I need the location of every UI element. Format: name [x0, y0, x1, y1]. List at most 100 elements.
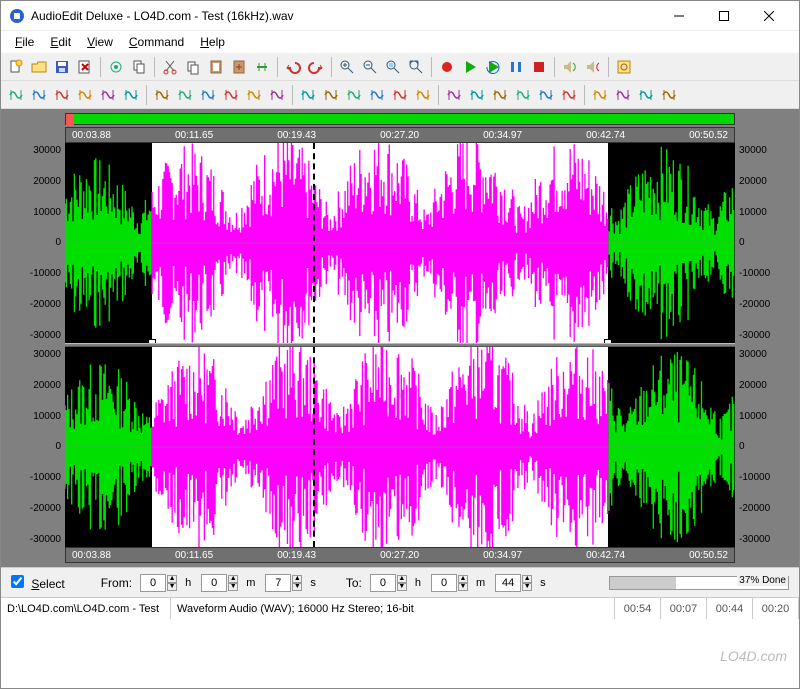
fx-expander-button[interactable] — [343, 84, 365, 106]
fx-channel-left-button[interactable] — [589, 84, 611, 106]
fx-equalizer-button[interactable] — [412, 84, 434, 106]
play-button[interactable] — [459, 56, 481, 78]
fx-chorus-button[interactable] — [320, 84, 342, 106]
zoom-in-button[interactable] — [336, 56, 358, 78]
select-checkbox[interactable]: Select — [11, 575, 65, 591]
zoom-full-button[interactable] — [405, 56, 427, 78]
overview-bar[interactable] — [65, 113, 735, 125]
selection-handle-start[interactable] — [148, 339, 156, 343]
spin-up-icon[interactable]: ▲ — [458, 575, 468, 583]
time-ruler-bottom[interactable]: 00:03.8800:11.6500:19.4300:27.2000:34.97… — [65, 547, 735, 563]
settings-button[interactable] — [105, 56, 127, 78]
statusbar: D:\LO4D.com\LO4D.com - Test Waveform Aud… — [1, 597, 799, 619]
fx-fade-in-button[interactable] — [51, 84, 73, 106]
new-button[interactable] — [5, 56, 27, 78]
spin-up-icon[interactable]: ▲ — [522, 575, 532, 583]
to-minutes-input[interactable] — [431, 574, 457, 592]
record-button[interactable] — [436, 56, 458, 78]
waveform-channel-right: 3000020000100000-10000-20000-30000 30000… — [5, 347, 795, 547]
fx-filter-button[interactable] — [443, 84, 465, 106]
close-file-button[interactable] — [74, 56, 96, 78]
fx-insert-silence-button[interactable] — [489, 84, 511, 106]
progress-label: 37% Done — [737, 575, 788, 586]
fx-view-bottom-button[interactable] — [658, 84, 680, 106]
select-checkbox-input[interactable] — [11, 575, 24, 588]
fx-noise-reduction-button[interactable] — [389, 84, 411, 106]
copy-button[interactable] — [182, 56, 204, 78]
menu-command[interactable]: Command — [121, 33, 192, 51]
paste-button[interactable] — [205, 56, 227, 78]
fx-flanger-button[interactable] — [243, 84, 265, 106]
spin-down-icon[interactable]: ▼ — [522, 583, 532, 591]
menubar: File Edit View Command Help — [1, 31, 799, 53]
copy-file-button[interactable] — [128, 56, 150, 78]
fx-compressor-button[interactable] — [366, 84, 388, 106]
selection-handle-end[interactable] — [604, 339, 612, 343]
fx-vibrato-button[interactable] — [297, 84, 319, 106]
fx-reverb-button[interactable] — [266, 84, 288, 106]
fx-fade-out-button[interactable] — [74, 84, 96, 106]
from-hours-input[interactable] — [140, 574, 166, 592]
fx-remove-silence-button[interactable] — [466, 84, 488, 106]
close-button[interactable] — [746, 2, 791, 30]
spin-up-icon[interactable]: ▲ — [292, 575, 302, 583]
spin-up-icon[interactable]: ▲ — [167, 575, 177, 583]
fx-marker-add-button[interactable] — [535, 84, 557, 106]
paste-mix-button[interactable] — [228, 56, 250, 78]
fx-normalize-button[interactable] — [28, 84, 50, 106]
to-hours-input[interactable] — [370, 574, 396, 592]
waveform-canvas-right[interactable] — [65, 347, 735, 547]
fx-amplify-button[interactable] — [5, 84, 27, 106]
maximize-button[interactable] — [701, 2, 746, 30]
record-device-button[interactable] — [582, 56, 604, 78]
redo-button[interactable] — [305, 56, 327, 78]
preferences-button[interactable] — [613, 56, 635, 78]
zoom-out-button[interactable] — [359, 56, 381, 78]
fx-stretch-button[interactable] — [174, 84, 196, 106]
playback-cursor[interactable] — [313, 143, 315, 343]
playback-device-button[interactable] — [559, 56, 581, 78]
fx-pitch-button[interactable] — [197, 84, 219, 106]
fx-insert-noise-button[interactable] — [512, 84, 534, 106]
fx-reverse-button[interactable] — [151, 84, 173, 106]
spin-up-icon[interactable]: ▲ — [397, 575, 407, 583]
status-sel-end: 00:44 — [707, 598, 753, 619]
spin-down-icon[interactable]: ▼ — [458, 583, 468, 591]
menu-file[interactable]: File — [7, 33, 42, 51]
spin-down-icon[interactable]: ▼ — [292, 583, 302, 591]
waveform-area: 00:03.8800:11.6500:19.4300:27.2000:34.97… — [1, 109, 799, 567]
minimize-button[interactable] — [656, 2, 701, 30]
window-title: AudioEdit Deluxe - LO4D.com - Test (16kH… — [31, 9, 656, 23]
fx-view-top-button[interactable] — [635, 84, 657, 106]
fx-channel-right-button[interactable] — [612, 84, 634, 106]
spin-down-icon[interactable]: ▼ — [397, 583, 407, 591]
amplitude-scale-left: 3000020000100000-10000-20000-30000 — [5, 347, 65, 547]
menu-edit[interactable]: Edit — [42, 33, 79, 51]
fx-delay-button[interactable] — [220, 84, 242, 106]
watermark: LO4D.com — [720, 648, 787, 664]
zoom-selection-button[interactable] — [382, 56, 404, 78]
fx-marker-remove-button[interactable] — [558, 84, 580, 106]
stop-button[interactable] — [528, 56, 550, 78]
cut-button[interactable] — [159, 56, 181, 78]
spin-up-icon[interactable]: ▲ — [228, 575, 238, 583]
menu-view[interactable]: View — [79, 33, 121, 51]
playback-cursor[interactable] — [313, 347, 315, 547]
open-button[interactable] — [28, 56, 50, 78]
to-seconds-input[interactable] — [495, 574, 521, 592]
save-button[interactable] — [51, 56, 73, 78]
from-seconds-input[interactable] — [265, 574, 291, 592]
from-minutes-input[interactable] — [201, 574, 227, 592]
fx-silence-button[interactable] — [97, 84, 119, 106]
waveform-canvas-left[interactable] — [65, 143, 735, 343]
spin-down-icon[interactable]: ▼ — [228, 583, 238, 591]
menu-help[interactable]: Help — [192, 33, 233, 51]
status-sel-start: 00:07 — [661, 598, 707, 619]
trim-button[interactable] — [251, 56, 273, 78]
spin-down-icon[interactable]: ▼ — [167, 583, 177, 591]
time-ruler-top[interactable]: 00:03.8800:11.6500:19.4300:27.2000:34.97… — [65, 127, 735, 143]
play-loop-button[interactable] — [482, 56, 504, 78]
fx-invert-button[interactable] — [120, 84, 142, 106]
undo-button[interactable] — [282, 56, 304, 78]
pause-button[interactable] — [505, 56, 527, 78]
